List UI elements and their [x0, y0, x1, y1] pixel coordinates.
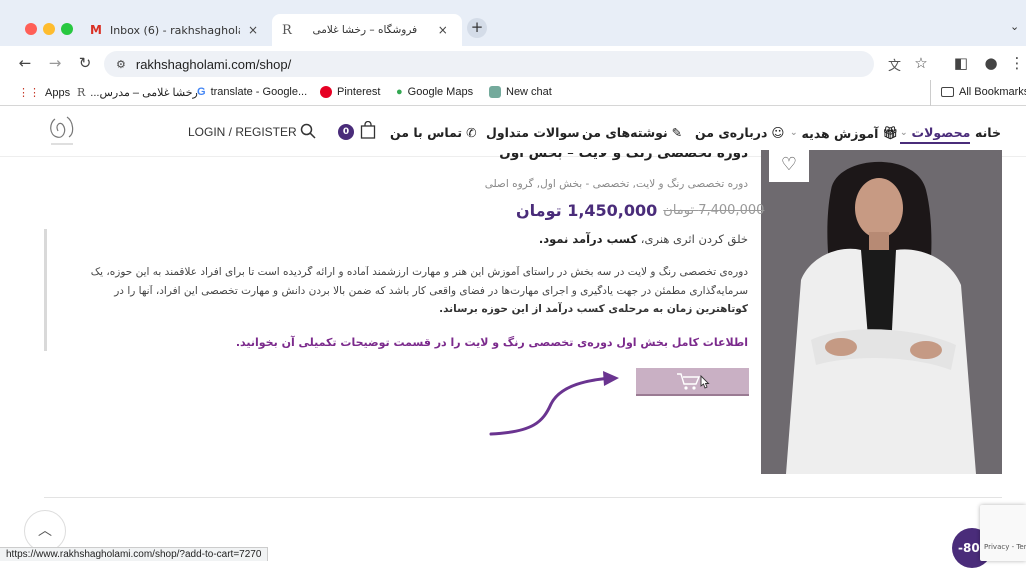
- pinterest-icon: [320, 86, 332, 98]
- bookmark-label: Pinterest: [337, 86, 381, 98]
- bookmark-site[interactable]: R رخشا غلامی – مدرس...: [77, 86, 198, 99]
- apps-grid-icon: ⋮⋮: [18, 87, 40, 99]
- site-favicon: R: [282, 22, 292, 38]
- recaptcha-label[interactable]: Privacy - Terms: [984, 543, 1026, 551]
- bookmark-new-chat[interactable]: New chat: [489, 86, 552, 98]
- product-description-line: دوره‌ی تخصصی رنگ و لایت در سه بخش در راس…: [90, 266, 748, 278]
- tab-shop-label: فروشگاه – رخشا غلامی: [312, 24, 418, 36]
- tab-gmail[interactable]: M Inbox (6) - rakhshagholamii@ ×: [80, 14, 270, 46]
- tagline-bold: کسب درآمد نمود.: [538, 232, 638, 246]
- cart-icon: [676, 373, 710, 390]
- wishlist-heart-icon[interactable]: ♡: [769, 150, 809, 182]
- bookmark-label: Apps: [45, 86, 71, 99]
- nav-label: تماس با من: [390, 125, 463, 140]
- folder-icon: [941, 87, 954, 97]
- forward-arrow-icon[interactable]: →: [46, 54, 64, 72]
- old-price: 7,400,000 تومان: [663, 203, 765, 218]
- bookmarks-divider: [930, 80, 931, 106]
- nav-label: سوالات متداول: [486, 125, 580, 140]
- profile-avatar[interactable]: ●: [982, 54, 1000, 72]
- site-info-icon[interactable]: ⚙: [116, 58, 126, 71]
- address-url: rakhshagholami.com/shop/: [135, 56, 292, 72]
- gmail-icon: M: [90, 23, 102, 37]
- bookmark-translate[interactable]: G translate - Google...: [197, 86, 307, 98]
- product-categories[interactable]: دوره تخصصی رنگ و لایت, تخصصی - بخش اول, …: [485, 178, 748, 190]
- nav-label: محصولات: [911, 125, 971, 140]
- phone-icon: ✆: [466, 125, 477, 140]
- side-panel-icon[interactable]: ◧: [952, 54, 970, 72]
- tab-close-icon[interactable]: ×: [248, 23, 258, 37]
- browser-tab-strip: M Inbox (6) - rakhshagholamii@ × R فروشگ…: [0, 0, 1026, 46]
- google-icon: G: [197, 86, 206, 98]
- cart-count-badge: 0: [338, 124, 354, 140]
- all-bookmarks-button[interactable]: All Bookmarks: [941, 86, 1026, 98]
- gift-icon: 🎁︎: [882, 125, 899, 140]
- nav-products[interactable]: محصولات ⌄: [900, 125, 971, 144]
- bookmark-label: All Bookmarks: [959, 86, 1026, 98]
- tab-gmail-label: Inbox (6) - rakhshagholamii@: [109, 23, 240, 37]
- chevron-down-icon: ⌄: [900, 127, 908, 138]
- search-icon[interactable]: [300, 123, 316, 142]
- nav-label: آموزش هدیه: [801, 125, 879, 141]
- back-arrow-icon[interactable]: ←: [16, 54, 34, 72]
- site-favicon: R: [77, 86, 86, 99]
- maximize-window-button[interactable]: [61, 23, 73, 35]
- chat-icon: [489, 86, 501, 98]
- tagline-normal: خلق کردن اثری هنری،: [640, 232, 748, 246]
- recaptcha-badge[interactable]: Privacy - Terms: [980, 505, 1026, 561]
- scroll-to-top-button[interactable]: ︿: [24, 510, 66, 552]
- new-price: 1,450,000 تومان: [516, 201, 658, 220]
- tab-close-icon[interactable]: ×: [438, 23, 448, 37]
- bookmark-label: رخشا غلامی – مدرس...: [90, 87, 198, 99]
- annotation-arrow: [489, 371, 619, 436]
- product-description-line: سرمایه‌گذاری مطمئن در جهت یادگیری و اجرا…: [114, 285, 748, 297]
- product-tagline: خلق کردن اثری هنری، کسب درآمد نمود.: [539, 232, 748, 246]
- maps-pin-icon: ●: [396, 86, 403, 98]
- close-window-button[interactable]: [25, 23, 37, 35]
- bookmark-google-maps[interactable]: ● Google Maps: [396, 86, 473, 98]
- nav-label: نوشته‌های من: [582, 125, 668, 140]
- nav-label: درباره‌ی من: [695, 125, 768, 140]
- nav-contact[interactable]: ✆ تماس با من: [390, 125, 477, 140]
- add-to-cart-button[interactable]: [636, 368, 749, 396]
- new-tab-button[interactable]: +: [467, 18, 487, 38]
- chevron-down-icon[interactable]: ⌄: [1010, 20, 1019, 33]
- nav-home[interactable]: خانه: [975, 125, 1001, 140]
- login-register-link[interactable]: LOGIN / REGISTER: [188, 125, 297, 139]
- site-logo[interactable]: [45, 113, 79, 151]
- nav-writings[interactable]: ✎ نوشته‌های من: [582, 125, 682, 140]
- nav-faq[interactable]: سوالات متداول: [486, 125, 580, 140]
- product-price: 1,450,000 تومان 7,400,000 تومان: [516, 201, 764, 220]
- smiley-icon: ☺: [771, 125, 785, 140]
- nav-about[interactable]: ☺ درباره‌ی من: [695, 125, 784, 140]
- product-description-line: کوتاهترین زمان به مرحله‌ی کسب درآمد از ا…: [439, 303, 748, 315]
- nav-gift-training[interactable]: 🎁︎ آموزش هدیه ⌄: [790, 125, 898, 141]
- minimize-window-button[interactable]: [43, 23, 55, 35]
- edit-pencil-icon: ✎: [671, 125, 683, 140]
- reload-icon[interactable]: ↻: [76, 54, 94, 72]
- quote-border-left: [44, 229, 47, 351]
- status-bar-url: https://www.rakhshagholami.com/shop/?add…: [0, 547, 269, 561]
- shopping-bag-icon[interactable]: [360, 120, 376, 142]
- browser-toolbar: ← → ↻ ⚙ rakhshagholami.com/shop/ 文 ☆ ◧ ●…: [0, 46, 1026, 80]
- bookmark-label: translate - Google...: [210, 86, 308, 98]
- tab-shop[interactable]: R فروشگاه – رخشا غلامی ×: [272, 14, 462, 46]
- product-image: ♡: [761, 150, 1002, 474]
- bookmark-star-icon[interactable]: ☆: [912, 54, 930, 72]
- chevron-down-icon: ⌄: [790, 128, 798, 138]
- translate-icon[interactable]: 文: [888, 55, 901, 74]
- bookmark-pinterest[interactable]: Pinterest: [320, 86, 380, 98]
- bookmarks-bar: ⋮⋮ Apps R رخشا غلامی – مدرس... G transla…: [0, 80, 1026, 106]
- address-bar[interactable]: ⚙ rakhshagholami.com/shop/ 文: [104, 51, 901, 77]
- bookmark-label: Google Maps: [407, 86, 474, 98]
- bookmark-apps[interactable]: ⋮⋮ Apps: [18, 86, 71, 100]
- section-divider: [44, 497, 1002, 498]
- bookmark-label: New chat: [506, 86, 552, 98]
- product-info-highlight: اطلاعات کامل بخش اول دوره‌ی تخصصی رنگ و …: [235, 336, 748, 349]
- menu-kebab-icon[interactable]: ⋮: [1008, 54, 1026, 72]
